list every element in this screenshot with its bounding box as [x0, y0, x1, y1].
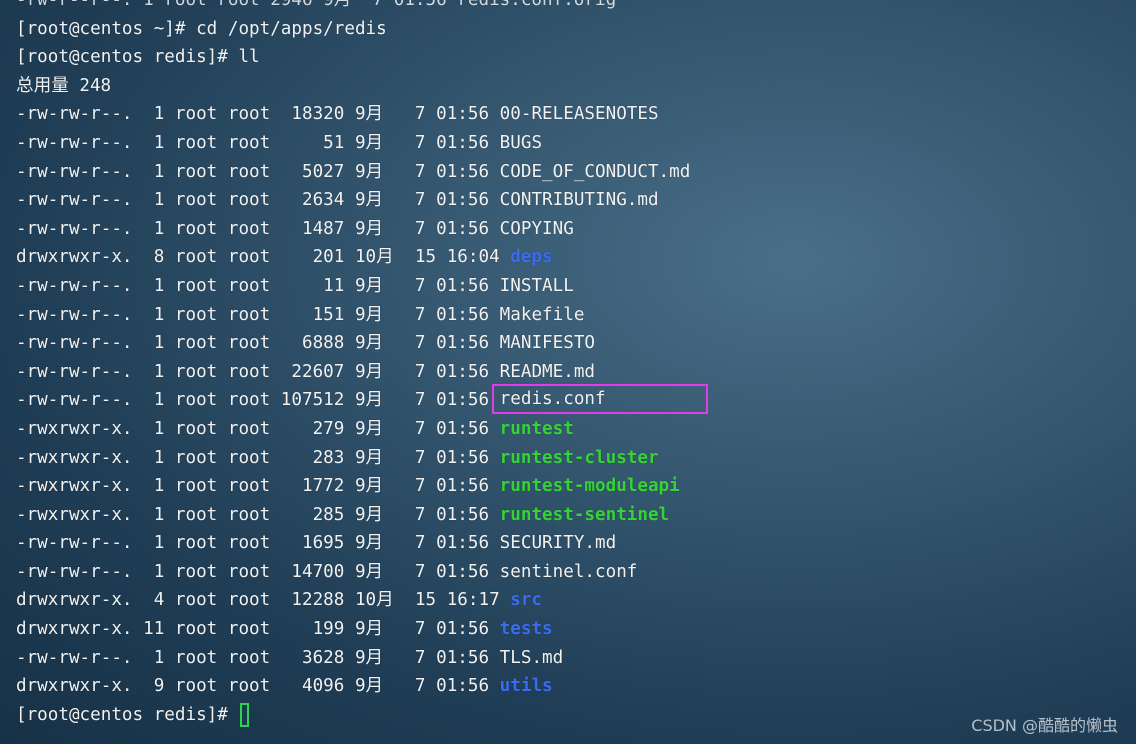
file-name[interactable]: runtest-cluster: [500, 448, 659, 468]
file-name[interactable]: COPYING: [500, 219, 574, 239]
file-row: -rw-rw-r--. 1 root root 6888 9月 7 01:56 …: [16, 329, 1116, 358]
prompt-text: [root@centos redis]#: [16, 704, 239, 725]
cursor-icon: [240, 702, 250, 727]
file-name[interactable]: sentinel.conf: [500, 562, 638, 582]
file-row: -rwxrwxr-x. 1 root root 285 9月 7 01:56 r…: [16, 501, 1116, 530]
file-name[interactable]: CONTRIBUTING.md: [500, 190, 659, 210]
file-meta: -rwxrwxr-x. 1 root root 279 9月 7 01:56: [16, 418, 500, 439]
file-name[interactable]: utils: [500, 676, 553, 696]
file-row: -rw-rw-r--. 1 root root 1695 9月 7 01:56 …: [16, 529, 1116, 558]
file-name[interactable]: deps: [510, 247, 552, 267]
file-name[interactable]: CODE_OF_CONDUCT.md: [500, 162, 691, 182]
file-name[interactable]: runtest-sentinel: [500, 505, 669, 525]
file-listing: -rw-rw-r--. 1 root root 18320 9月 7 01:56…: [16, 100, 1116, 700]
file-meta: -rw-rw-r--. 1 root root 3628 9月 7 01:56: [16, 647, 500, 668]
file-name[interactable]: README.md: [500, 362, 595, 382]
command-ll: [root@centos redis]# ll: [16, 47, 260, 68]
command-cd: [root@centos ~]# cd /opt/apps/redis: [16, 18, 387, 39]
file-name[interactable]: MANIFESTO: [500, 333, 595, 353]
file-name[interactable]: INSTALL: [500, 276, 574, 296]
file-name[interactable]: 00-RELEASENOTES: [500, 104, 659, 124]
file-row: -rw-rw-r--. 1 root root 14700 9月 7 01:56…: [16, 558, 1116, 587]
file-meta: -rw-rw-r--. 1 root root 2634 9月 7 01:56: [16, 190, 500, 211]
file-row: drwxrwxr-x. 9 root root 4096 9月 7 01:56 …: [16, 672, 1116, 701]
watermark: CSDN @酷酷的懒虫: [971, 716, 1118, 735]
file-row: -rw-rw-r--. 1 root root 1487 9月 7 01:56 …: [16, 215, 1116, 244]
file-meta: drwxrwxr-x. 11 root root 199 9月 7 01:56: [16, 619, 500, 640]
file-meta: -rw-rw-r--. 1 root root 22607 9月 7 01:56: [16, 361, 500, 382]
file-name[interactable]: src: [510, 590, 542, 610]
file-meta: -rw-rw-r--. 1 root root 151 9月 7 01:56: [16, 304, 500, 325]
file-meta: -rw-rw-r--. 1 root root 14700 9月 7 01:56: [16, 561, 500, 582]
file-name[interactable]: TLS.md: [500, 648, 564, 668]
file-name[interactable]: runtest-moduleapi: [500, 476, 680, 496]
file-row: -rwxrwxr-x. 1 root root 1772 9月 7 01:56 …: [16, 472, 1116, 501]
file-meta: -rwxrwxr-x. 1 root root 1772 9月 7 01:56: [16, 476, 500, 497]
file-meta: drwxrwxr-x. 9 root root 4096 9月 7 01:56: [16, 676, 500, 697]
file-row: -rw-rw-r--. 1 root root 2634 9月 7 01:56 …: [16, 186, 1116, 215]
file-row: -rw-rw-r--. 1 root root 5027 9月 7 01:56 …: [16, 158, 1116, 187]
file-meta: drwxrwxr-x. 4 root root 12288 10月 15 16:…: [16, 590, 511, 611]
file-row: drwxrwxr-x. 8 root root 201 10月 15 16:04…: [16, 243, 1116, 272]
file-name-highlighted[interactable]: redis.conf: [491, 384, 708, 415]
file-name[interactable]: tests: [500, 619, 553, 639]
file-row: -rwxrwxr-x. 1 root root 283 9月 7 01:56 r…: [16, 444, 1116, 473]
file-meta: -rwxrwxr-x. 1 root root 285 9月 7 01:56: [16, 504, 500, 525]
file-name[interactable]: Makefile: [500, 305, 585, 325]
file-name[interactable]: SECURITY.md: [500, 533, 617, 553]
file-meta: -rw-rw-r--. 1 root root 1487 9月 7 01:56: [16, 218, 500, 239]
file-name[interactable]: BUGS: [500, 133, 542, 153]
terminal-output[interactable]: -rw-r--r--. 1 root root 2946 9月 7 01:56 …: [16, 0, 1116, 730]
file-meta: -rw-rw-r--. 1 root root 18320 9月 7 01:56: [16, 104, 500, 125]
file-meta: -rw-rw-r--. 1 root root 51 9月 7 01:56: [16, 132, 500, 153]
file-row: -rw-rw-r--. 1 root root 22607 9月 7 01:56…: [16, 358, 1116, 387]
file-name[interactable]: runtest: [500, 419, 574, 439]
file-row: -rw-rw-r--. 1 root root 3628 9月 7 01:56 …: [16, 644, 1116, 673]
file-row: -rw-rw-r--. 1 root root 18320 9月 7 01:56…: [16, 100, 1116, 129]
file-row: -rw-rw-r--. 1 root root 51 9月 7 01:56 BU…: [16, 129, 1116, 158]
file-meta: -rw-rw-r--. 1 root root 5027 9月 7 01:56: [16, 161, 500, 182]
file-meta: -rw-rw-r--. 1 root root 6888 9月 7 01:56: [16, 333, 500, 354]
file-meta: -rw-rw-r--. 1 root root 11 9月 7 01:56: [16, 275, 500, 296]
file-meta: -rw-rw-r--. 1 root root 1695 9月 7 01:56: [16, 533, 500, 554]
file-meta: -rw-rw-r--. 1 root root 107512 9月 7 01:5…: [16, 390, 500, 411]
partial-line: -rw-r--r--. 1 root root 2946 9月 7 01:56 …: [16, 0, 617, 10]
prompt-line[interactable]: [root@centos redis]#: [16, 701, 1116, 730]
file-row: -rw-rw-r--. 1 root root 107512 9月 7 01:5…: [16, 384, 1116, 415]
file-meta: -rwxrwxr-x. 1 root root 283 9月 7 01:56: [16, 447, 500, 468]
file-row: -rw-rw-r--. 1 root root 151 9月 7 01:56 M…: [16, 301, 1116, 330]
total-line: 总用量 248: [16, 75, 112, 96]
file-row: -rwxrwxr-x. 1 root root 279 9月 7 01:56 r…: [16, 415, 1116, 444]
file-row: -rw-rw-r--. 1 root root 11 9月 7 01:56 IN…: [16, 272, 1116, 301]
file-meta: drwxrwxr-x. 8 root root 201 10月 15 16:04: [16, 247, 511, 268]
file-row: drwxrwxr-x. 11 root root 199 9月 7 01:56 …: [16, 615, 1116, 644]
file-row: drwxrwxr-x. 4 root root 12288 10月 15 16:…: [16, 586, 1116, 615]
